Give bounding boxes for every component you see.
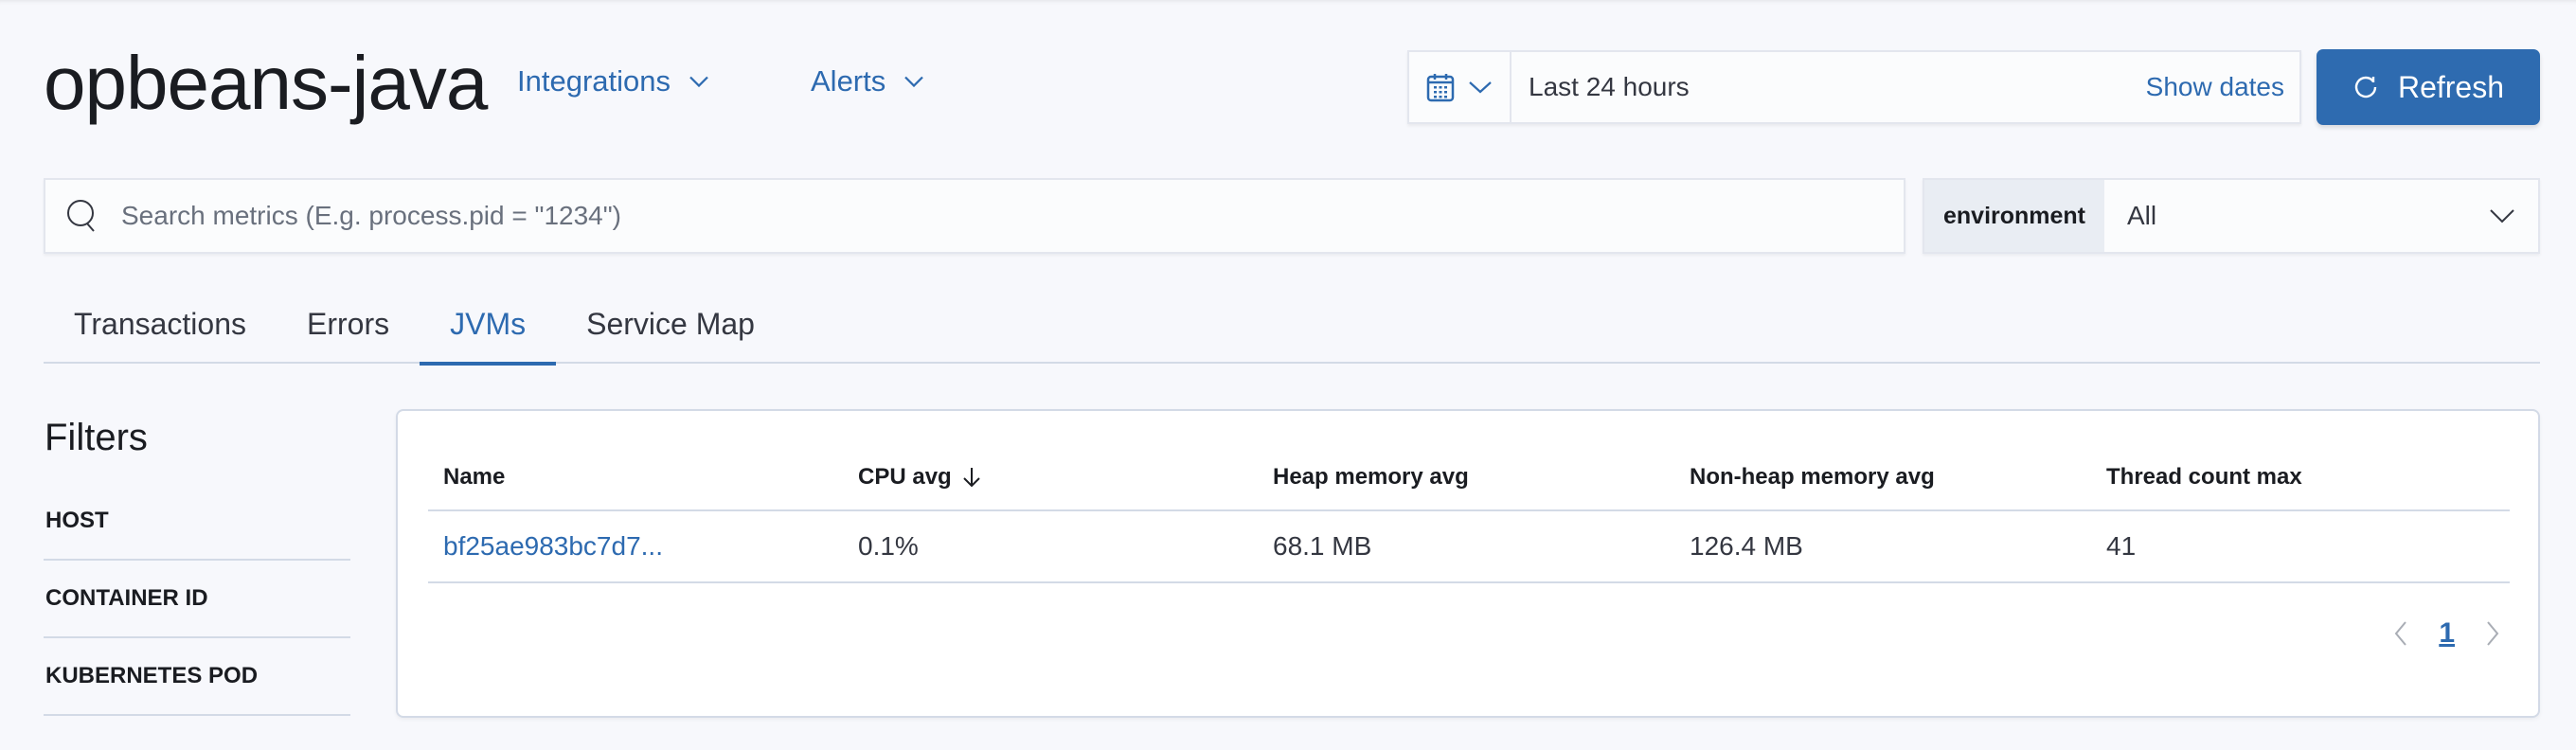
filter-list: HOST CONTAINER ID KUBERNETES POD xyxy=(44,485,350,716)
integrations-label: Integrations xyxy=(517,64,671,98)
non-heap-memory-avg-value: 126.4 MB xyxy=(1690,531,1803,561)
alerts-menu[interactable]: Alerts xyxy=(811,64,925,98)
column-non-heap-label: Non-heap memory avg xyxy=(1690,464,1935,490)
quick-select-button[interactable] xyxy=(1409,52,1512,122)
table-header: Name CPU avg Heap memory avg Non-heap me… xyxy=(428,445,2510,511)
jvm-table-panel: Name CPU avg Heap memory avg Non-heap me… xyxy=(396,409,2540,718)
heap-memory-avg-value: 68.1 MB xyxy=(1273,531,1372,561)
column-header-heap-memory-avg[interactable]: Heap memory avg xyxy=(1258,464,1674,491)
table-row: bf25ae983bc7d7... 0.1% 68.1 MB 126.4 MB … xyxy=(428,511,2510,583)
chevron-down-icon xyxy=(904,76,924,88)
chevron-right-icon xyxy=(2487,621,2499,646)
column-header-cpu-avg[interactable]: CPU avg xyxy=(843,464,1258,491)
tab-service-map[interactable]: Service Map xyxy=(556,284,785,364)
column-cpu-label: CPU avg xyxy=(858,464,952,490)
calendar-icon xyxy=(1426,74,1455,102)
pagination: 1 xyxy=(2393,617,2500,650)
filters-heading: Filters xyxy=(45,417,148,458)
chevron-down-icon xyxy=(689,76,708,88)
jvm-table: Name CPU avg Heap memory avg Non-heap me… xyxy=(428,445,2510,583)
page-1-button[interactable]: 1 xyxy=(2439,617,2455,650)
filter-kubernetes-pod[interactable]: KUBERNETES POD xyxy=(44,638,350,716)
filter-container-id[interactable]: CONTAINER ID xyxy=(44,561,350,638)
tab-transactions[interactable]: Transactions xyxy=(44,284,277,364)
refresh-button[interactable]: Refresh xyxy=(2317,49,2540,125)
alerts-label: Alerts xyxy=(811,64,886,98)
column-name-label: Name xyxy=(443,464,506,490)
column-heap-label: Heap memory avg xyxy=(1273,464,1469,490)
environment-select[interactable]: environment All xyxy=(1923,178,2540,254)
chevron-down-icon xyxy=(1469,81,1492,94)
date-picker: Last 24 hours Show dates xyxy=(1407,50,2301,124)
chevron-left-icon xyxy=(2395,621,2407,646)
next-page-button[interactable] xyxy=(2485,620,2500,647)
cpu-avg-value: 0.1% xyxy=(858,531,919,561)
search-icon xyxy=(67,200,95,232)
search-bar xyxy=(44,178,1905,254)
thread-count-max-value: 41 xyxy=(2106,531,2137,561)
column-thread-label: Thread count max xyxy=(2106,464,2302,490)
tab-bar: Transactions Errors JVMs Service Map xyxy=(44,284,2540,366)
filter-host[interactable]: HOST xyxy=(44,485,350,561)
previous-page-button[interactable] xyxy=(2393,620,2408,647)
refresh-icon xyxy=(2354,76,2377,98)
jvm-name-link[interactable]: bf25ae983bc7d7... xyxy=(428,531,843,562)
column-header-thread-count-max[interactable]: Thread count max xyxy=(2091,464,2510,491)
sort-descending-icon xyxy=(962,468,980,488)
integrations-menu[interactable]: Integrations xyxy=(517,64,710,98)
environment-value: All xyxy=(2127,201,2157,230)
column-header-name[interactable]: Name xyxy=(428,464,843,491)
search-input[interactable] xyxy=(121,201,1826,231)
page-title: opbeans-java xyxy=(44,41,488,125)
environment-label: environment xyxy=(1924,180,2104,252)
refresh-label: Refresh xyxy=(2397,69,2505,104)
show-dates-link[interactable]: Show dates xyxy=(2146,72,2284,102)
column-header-non-heap-memory-avg[interactable]: Non-heap memory avg xyxy=(1674,464,2091,491)
chevron-down-icon xyxy=(2490,209,2514,223)
date-range-value[interactable]: Last 24 hours xyxy=(1529,72,2146,102)
tab-errors[interactable]: Errors xyxy=(277,284,420,364)
tab-jvms[interactable]: JVMs xyxy=(420,284,557,366)
